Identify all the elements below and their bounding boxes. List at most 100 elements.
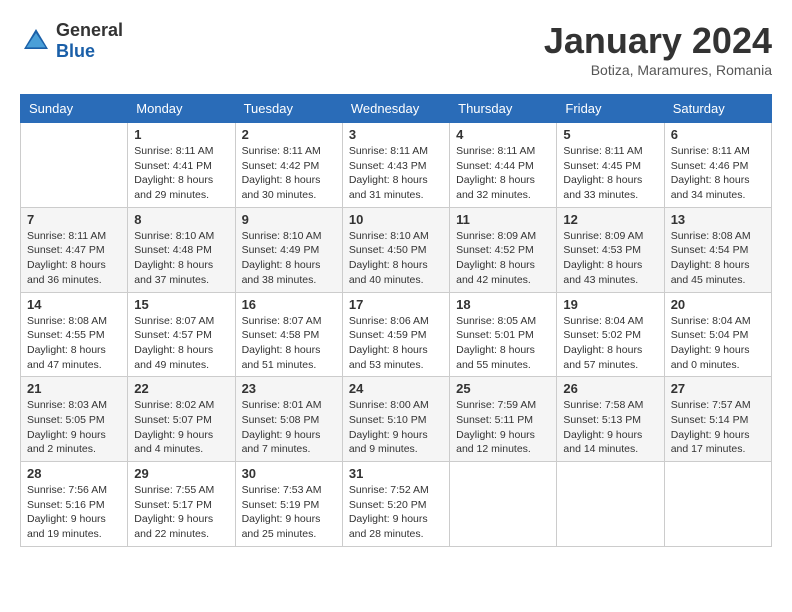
logo-blue: Blue xyxy=(56,41,123,62)
day-number: 13 xyxy=(671,212,765,227)
day-number: 19 xyxy=(563,297,657,312)
day-info: Sunrise: 8:08 AMSunset: 4:54 PMDaylight:… xyxy=(671,229,765,288)
day-info: Sunrise: 7:52 AMSunset: 5:20 PMDaylight:… xyxy=(349,483,443,542)
calendar-cell: 1Sunrise: 8:11 AMSunset: 4:41 PMDaylight… xyxy=(128,123,235,208)
calendar-cell: 17 Sunrise: 8:06 AMSunset: 4:59 PMDayligh… xyxy=(342,292,449,377)
day-number: 21 xyxy=(27,381,121,396)
day-number: 10 xyxy=(349,212,443,227)
day-number: 14 xyxy=(27,297,121,312)
calendar-week-row: 14 Sunrise: 8:08 AMSunset: 4:55 PMDayligh… xyxy=(21,292,772,377)
day-number: 16 xyxy=(242,297,336,312)
calendar-cell: 10 Sunrise: 8:10 AMSunset: 4:50 PMDayligh… xyxy=(342,207,449,292)
day-info: Sunrise: 8:01 AMSunset: 5:08 PMDaylight:… xyxy=(242,398,336,457)
calendar-cell: 19Sunrise: 8:04 AMSunset: 5:02 PMDayligh… xyxy=(557,292,664,377)
calendar-cell: 30 Sunrise: 7:53 AMSunset: 5:19 PMDayligh… xyxy=(235,462,342,547)
day-info: Sunrise: 8:08 AMSunset: 4:55 PMDaylight:… xyxy=(27,314,121,373)
calendar-cell: 24Sunrise: 8:00 AMSunset: 5:10 PMDayligh… xyxy=(342,377,449,462)
calendar-cell: 15 Sunrise: 8:07 AMSunset: 4:57 PMDayligh… xyxy=(128,292,235,377)
day-info: Sunrise: 8:09 AMSunset: 4:53 PMDaylight:… xyxy=(563,229,657,288)
day-number: 5 xyxy=(563,127,657,142)
day-info: Sunrise: 8:03 AMSunset: 5:05 PMDaylight:… xyxy=(27,398,121,457)
day-info: Sunrise: 8:11 AMSunset: 4:41 PMDaylight:… xyxy=(134,144,228,203)
calendar-cell: 16 Sunrise: 8:07 AMSunset: 4:58 PMDayligh… xyxy=(235,292,342,377)
calendar-cell: 31 Sunrise: 7:52 AMSunset: 5:20 PMDayligh… xyxy=(342,462,449,547)
day-info: Sunrise: 8:07 AMSunset: 4:58 PMDaylight:… xyxy=(242,314,336,373)
day-number: 22 xyxy=(134,381,228,396)
day-info: Sunrise: 8:02 AMSunset: 5:07 PMDaylight:… xyxy=(134,398,228,457)
day-number: 3 xyxy=(349,127,443,142)
day-info: Sunrise: 8:07 AMSunset: 4:57 PMDaylight:… xyxy=(134,314,228,373)
calendar-cell: 12 Sunrise: 8:09 AMSunset: 4:53 PMDayligh… xyxy=(557,207,664,292)
calendar-cell: 18 Sunrise: 8:05 AMSunset: 5:01 PMDayligh… xyxy=(450,292,557,377)
day-info: Sunrise: 8:11 AMSunset: 4:47 PMDaylight:… xyxy=(27,229,121,288)
weekday-header-tuesday: Tuesday xyxy=(235,95,342,123)
title-section: January 2024 Botiza, Maramures, Romania xyxy=(544,20,772,78)
day-info: Sunrise: 8:11 AMSunset: 4:46 PMDaylight:… xyxy=(671,144,765,203)
day-info: Sunrise: 8:00 AMSunset: 5:10 PMDaylight:… xyxy=(349,398,443,457)
day-number: 12 xyxy=(563,212,657,227)
day-info: Sunrise: 8:11 AMSunset: 4:43 PMDaylight:… xyxy=(349,144,443,203)
day-number: 30 xyxy=(242,466,336,481)
calendar-cell: 4 Sunrise: 8:11 AMSunset: 4:44 PMDaylight… xyxy=(450,123,557,208)
calendar-cell: 2 Sunrise: 8:11 AMSunset: 4:42 PMDaylight… xyxy=(235,123,342,208)
day-number: 2 xyxy=(242,127,336,142)
calendar-cell: 7 Sunrise: 8:11 AMSunset: 4:47 PMDaylight… xyxy=(21,207,128,292)
day-number: 20 xyxy=(671,297,765,312)
day-info: Sunrise: 7:57 AMSunset: 5:14 PMDaylight:… xyxy=(671,398,765,457)
weekday-header-wednesday: Wednesday xyxy=(342,95,449,123)
day-info: Sunrise: 8:04 AMSunset: 5:04 PMDaylight:… xyxy=(671,314,765,373)
day-info: Sunrise: 8:11 AMSunset: 4:42 PMDaylight:… xyxy=(242,144,336,203)
day-info: Sunrise: 7:59 AMSunset: 5:11 PMDaylight:… xyxy=(456,398,550,457)
calendar-cell: 3 Sunrise: 8:11 AMSunset: 4:43 PMDaylight… xyxy=(342,123,449,208)
day-number: 7 xyxy=(27,212,121,227)
day-info: Sunrise: 8:10 AMSunset: 4:49 PMDaylight:… xyxy=(242,229,336,288)
weekday-header-saturday: Saturday xyxy=(664,95,771,123)
day-info: Sunrise: 8:11 AMSunset: 4:44 PMDaylight:… xyxy=(456,144,550,203)
day-info: Sunrise: 8:06 AMSunset: 4:59 PMDaylight:… xyxy=(349,314,443,373)
calendar-week-row: 7 Sunrise: 8:11 AMSunset: 4:47 PMDaylight… xyxy=(21,207,772,292)
day-number: 27 xyxy=(671,381,765,396)
day-info: Sunrise: 7:56 AMSunset: 5:16 PMDaylight:… xyxy=(27,483,121,542)
month-title: January 2024 xyxy=(544,20,772,62)
calendar-cell: 20 Sunrise: 8:04 AMSunset: 5:04 PMDayligh… xyxy=(664,292,771,377)
calendar-week-row: 1Sunrise: 8:11 AMSunset: 4:41 PMDaylight… xyxy=(21,123,772,208)
calendar-week-row: 28 Sunrise: 7:56 AMSunset: 5:16 PMDayligh… xyxy=(21,462,772,547)
weekday-header-sunday: Sunday xyxy=(21,95,128,123)
day-info: Sunrise: 7:55 AMSunset: 5:17 PMDaylight:… xyxy=(134,483,228,542)
day-number: 31 xyxy=(349,466,443,481)
weekday-header-monday: Monday xyxy=(128,95,235,123)
day-info: Sunrise: 8:11 AMSunset: 4:45 PMDaylight:… xyxy=(563,144,657,203)
day-number: 9 xyxy=(242,212,336,227)
day-number: 15 xyxy=(134,297,228,312)
day-info: Sunrise: 7:58 AMSunset: 5:13 PMDaylight:… xyxy=(563,398,657,457)
calendar-cell: 8 Sunrise: 8:10 AMSunset: 4:48 PMDaylight… xyxy=(128,207,235,292)
calendar-cell xyxy=(557,462,664,547)
page-header: General Blue January 2024 Botiza, Maramu… xyxy=(20,20,772,78)
calendar-cell: 22 Sunrise: 8:02 AMSunset: 5:07 PMDayligh… xyxy=(128,377,235,462)
calendar-cell: 29Sunrise: 7:55 AMSunset: 5:17 PMDayligh… xyxy=(128,462,235,547)
calendar-cell: 28 Sunrise: 7:56 AMSunset: 5:16 PMDayligh… xyxy=(21,462,128,547)
day-info: Sunrise: 8:05 AMSunset: 5:01 PMDaylight:… xyxy=(456,314,550,373)
day-number: 18 xyxy=(456,297,550,312)
calendar-cell: 11Sunrise: 8:09 AMSunset: 4:52 PMDayligh… xyxy=(450,207,557,292)
day-info: Sunrise: 8:10 AMSunset: 4:50 PMDaylight:… xyxy=(349,229,443,288)
day-number: 26 xyxy=(563,381,657,396)
day-number: 11 xyxy=(456,212,550,227)
day-info: Sunrise: 7:53 AMSunset: 5:19 PMDaylight:… xyxy=(242,483,336,542)
weekday-header-friday: Friday xyxy=(557,95,664,123)
day-number: 28 xyxy=(27,466,121,481)
day-number: 25 xyxy=(456,381,550,396)
weekday-header-row: SundayMondayTuesdayWednesdayThursdayFrid… xyxy=(21,95,772,123)
logo: General Blue xyxy=(20,20,123,62)
calendar-cell: 25 Sunrise: 7:59 AMSunset: 5:11 PMDayligh… xyxy=(450,377,557,462)
day-number: 8 xyxy=(134,212,228,227)
calendar-cell xyxy=(21,123,128,208)
calendar-cell: 21 Sunrise: 8:03 AMSunset: 5:05 PMDayligh… xyxy=(21,377,128,462)
day-number: 4 xyxy=(456,127,550,142)
calendar-cell: 9 Sunrise: 8:10 AMSunset: 4:49 PMDaylight… xyxy=(235,207,342,292)
calendar-cell: 27 Sunrise: 7:57 AMSunset: 5:14 PMDayligh… xyxy=(664,377,771,462)
day-number: 17 xyxy=(349,297,443,312)
day-info: Sunrise: 8:10 AMSunset: 4:48 PMDaylight:… xyxy=(134,229,228,288)
calendar-cell: 26 Sunrise: 7:58 AMSunset: 5:13 PMDayligh… xyxy=(557,377,664,462)
logo-icon xyxy=(20,25,52,57)
